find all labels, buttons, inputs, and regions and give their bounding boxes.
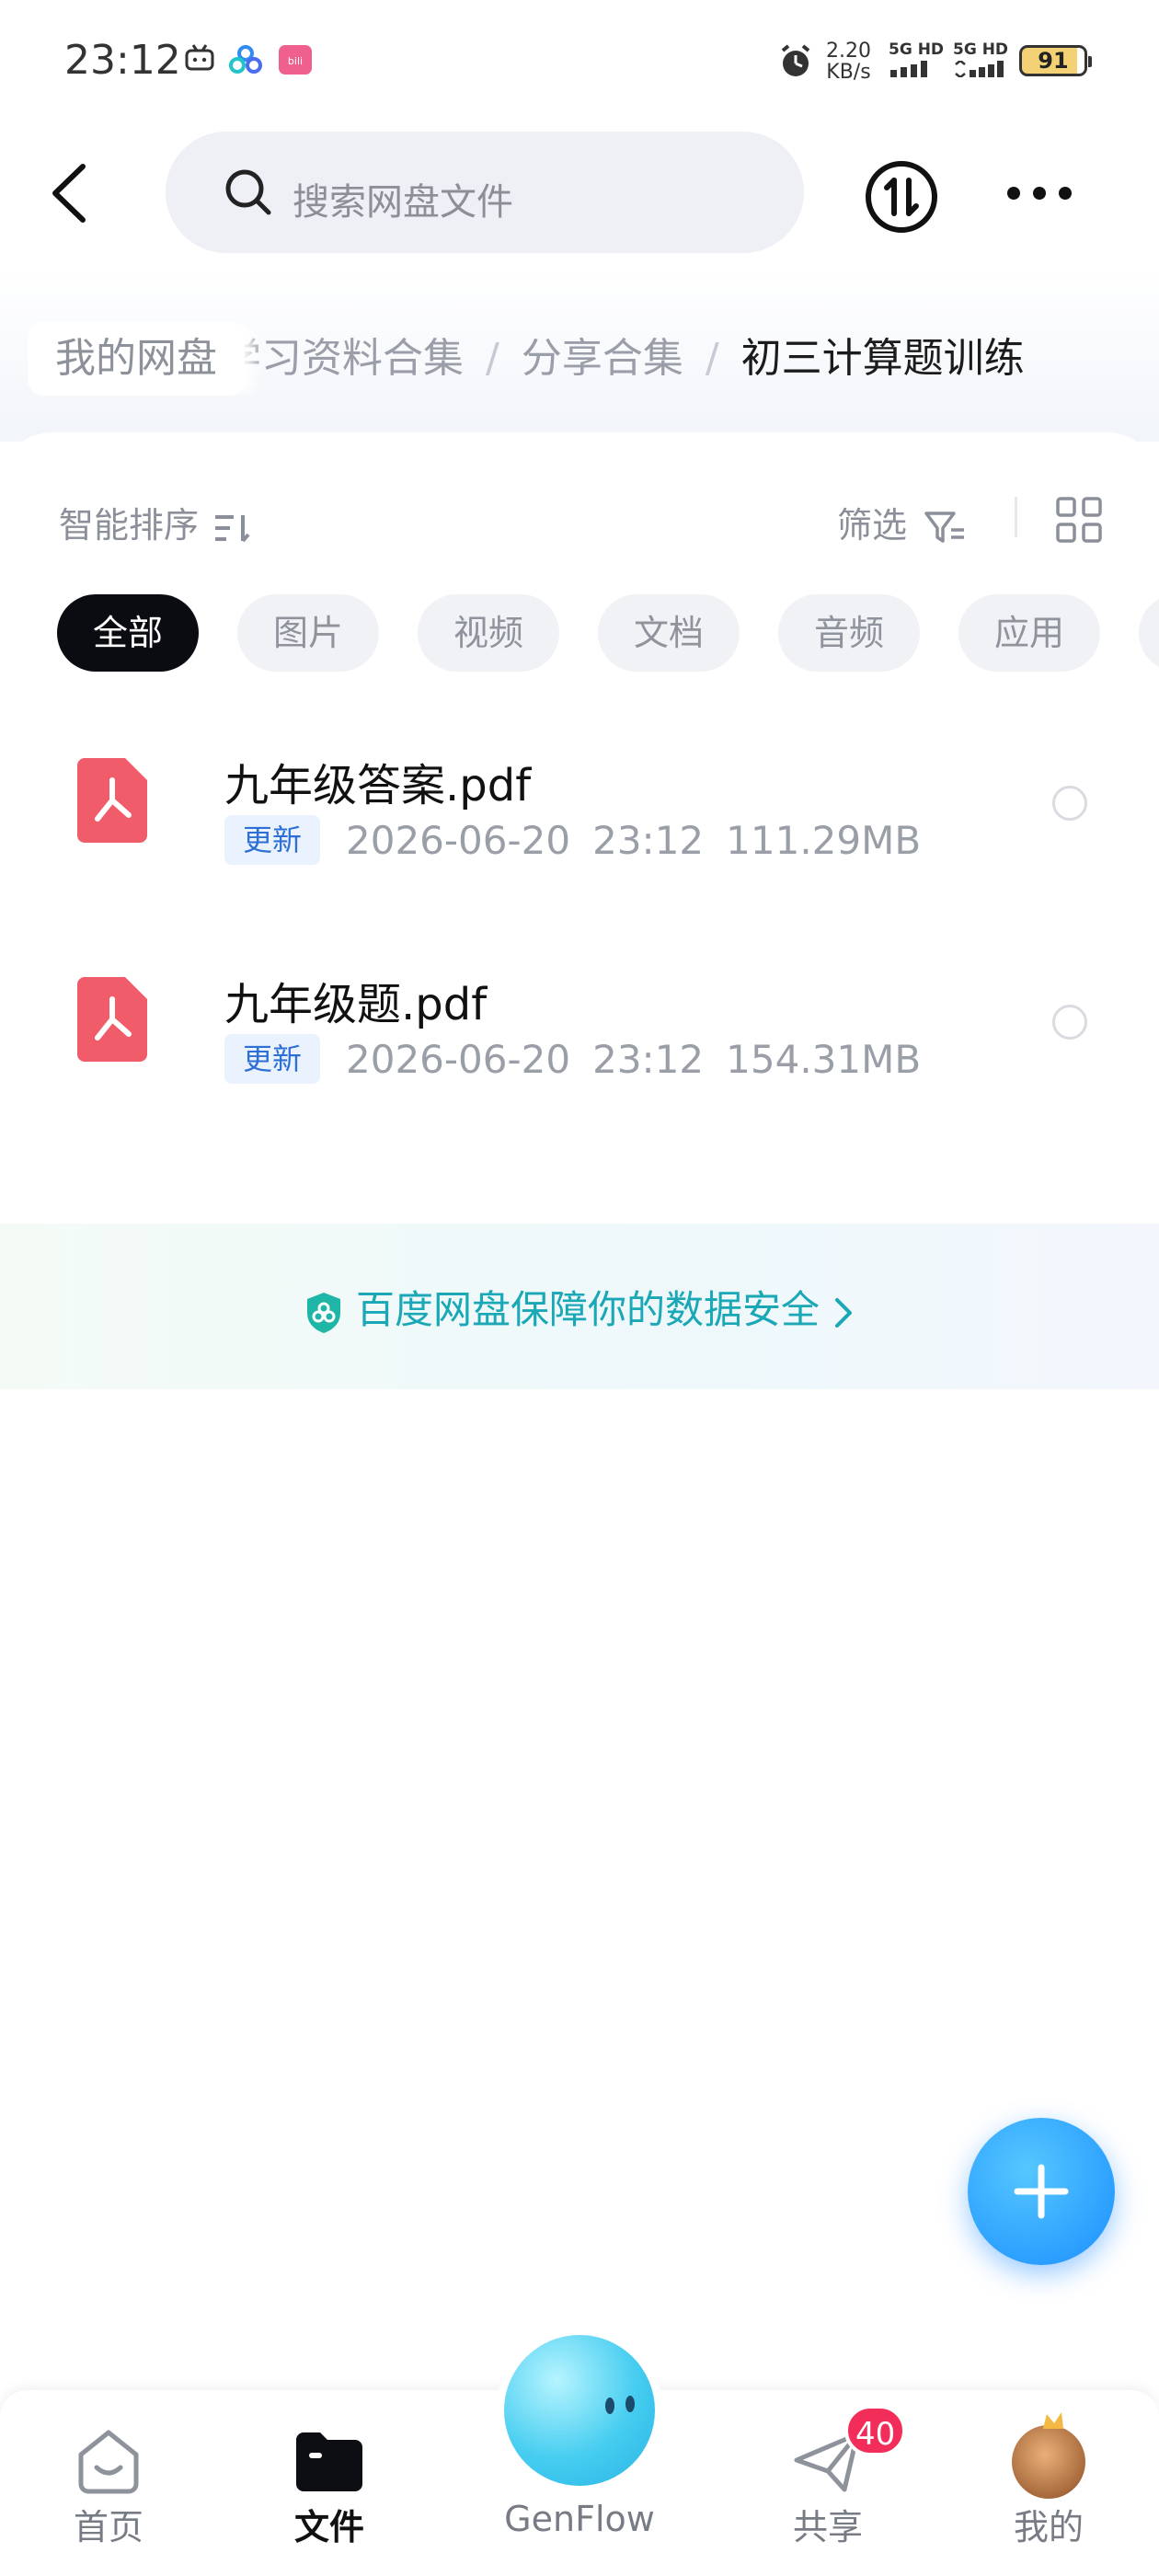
breadcrumb-item-2[interactable]: 分享合集 (522, 335, 683, 382)
file-name: 九年级题.pdf (224, 979, 488, 1030)
plus-icon (1014, 2164, 1069, 2219)
file-name: 九年级答案.pdf (224, 760, 532, 811)
file-size: 111.29MB (726, 817, 922, 863)
grid-view-button[interactable] (1056, 497, 1102, 543)
file-meta: 更新 2026-06-20 23:12 154.31MB (224, 1034, 943, 1087)
breadcrumb-item-1[interactable]: 学习资料合集 (221, 335, 464, 382)
more-icon (1007, 187, 1072, 200)
battery-indicator: 91 (1019, 45, 1092, 76)
bilibili-app-icon: bili (278, 44, 313, 79)
file-time: 23:12 (592, 1036, 705, 1082)
category-chip-audio[interactable]: 音频 (778, 594, 920, 672)
shield-icon (306, 1292, 340, 1333)
breadcrumb-root[interactable]: 我的网盘 (28, 322, 245, 396)
sim2-signal: 5G HD (953, 40, 1008, 77)
category-chip-more[interactable] (1139, 594, 1159, 672)
breadcrumb-current: 初三计算题训练 (740, 335, 1025, 382)
sim1-signal: 5G HD (889, 40, 944, 77)
grid-icon (1056, 497, 1102, 543)
select-radio[interactable] (1052, 786, 1087, 821)
nav-files[interactable]: 文件 (237, 2390, 421, 2576)
breadcrumb: 学习资料合集 / 分享合集 / 初三计算题训练 我的网盘 (28, 322, 1159, 396)
search-placeholder: 搜索网盘文件 (293, 181, 513, 224)
alarm-icon (778, 44, 813, 83)
transfer-icon (866, 161, 937, 233)
genflow-icon[interactable] (504, 2335, 655, 2486)
file-date: 2026-06-20 (346, 817, 571, 863)
select-radio[interactable] (1052, 1005, 1087, 1040)
baidu-netdisk-icon (228, 44, 263, 79)
pdf-icon (77, 977, 147, 1062)
svg-text:bili: bili (288, 55, 303, 67)
category-tabs: 全部 图片 视频 文档 音频 应用 (57, 594, 1159, 673)
category-chip-documents[interactable]: 文档 (598, 594, 740, 672)
file-time: 23:12 (592, 817, 705, 863)
file-meta: 更新 2026-06-20 23:12 111.29MB (224, 815, 943, 868)
bilibili-tv-icon (184, 44, 215, 75)
update-tag: 更新 (224, 1034, 321, 1084)
category-chip-videos[interactable]: 视频 (418, 594, 559, 672)
status-bar: 23:12 bili 2.20 KB/s 5G HD 5G HD 91 (0, 0, 1159, 120)
status-time: 23:12 (64, 37, 181, 84)
nav-files-label: 文件 (293, 2507, 364, 2547)
back-icon (52, 164, 86, 223)
security-notice-text: 百度网盘保障你的数据安全 (355, 1287, 820, 1332)
avatar-icon[interactable] (1012, 2412, 1085, 2499)
file-list-item[interactable]: 九年级答案.pdf 更新 2026-06-20 23:12 111.29MB (0, 712, 1159, 896)
category-chip-all[interactable]: 全部 (57, 594, 199, 672)
file-date: 2026-06-20 (346, 1036, 571, 1082)
category-chip-images[interactable]: 图片 (237, 594, 379, 672)
nav-home-label: 首页 (73, 2507, 143, 2547)
home-icon (78, 2430, 139, 2494)
file-list-item[interactable]: 九年级题.pdf 更新 2026-06-20 23:12 154.31MB (0, 931, 1159, 1115)
nav-share-label: 共享 (792, 2507, 863, 2547)
update-tag: 更新 (224, 815, 321, 865)
pdf-icon (77, 758, 147, 843)
sort-button[interactable]: 智能排序 (59, 497, 252, 547)
filter-icon (924, 511, 965, 543)
filter-label: 筛选 (837, 505, 908, 546)
chevron-right-icon (835, 1297, 853, 1328)
back-button[interactable] (46, 161, 101, 225)
search-icon (223, 167, 274, 222)
folder-icon (296, 2432, 362, 2491)
nav-genflow-label: GenFlow (504, 2499, 655, 2539)
nav-profile-label: 我的 (1013, 2507, 1084, 2547)
network-speed: 2.20 KB/s (826, 40, 871, 84)
more-button[interactable] (1003, 175, 1076, 212)
transfer-button[interactable] (863, 158, 940, 236)
toolbar-divider (1015, 497, 1017, 537)
search-input[interactable]: 搜索网盘文件 (166, 132, 804, 253)
category-chip-apps[interactable]: 应用 (958, 594, 1100, 672)
add-button[interactable] (968, 2118, 1115, 2265)
file-size: 154.31MB (726, 1036, 922, 1082)
crown-icon (1043, 2412, 1063, 2429)
nav-home[interactable]: 首页 (17, 2390, 201, 2576)
share-badge: 40 (844, 2405, 907, 2456)
sort-label: 智能排序 (59, 505, 200, 546)
security-notice-link[interactable]: 百度网盘保障你的数据安全 (0, 1279, 1159, 1335)
sort-icon (215, 514, 250, 542)
filter-button[interactable]: 筛选 (837, 497, 968, 547)
